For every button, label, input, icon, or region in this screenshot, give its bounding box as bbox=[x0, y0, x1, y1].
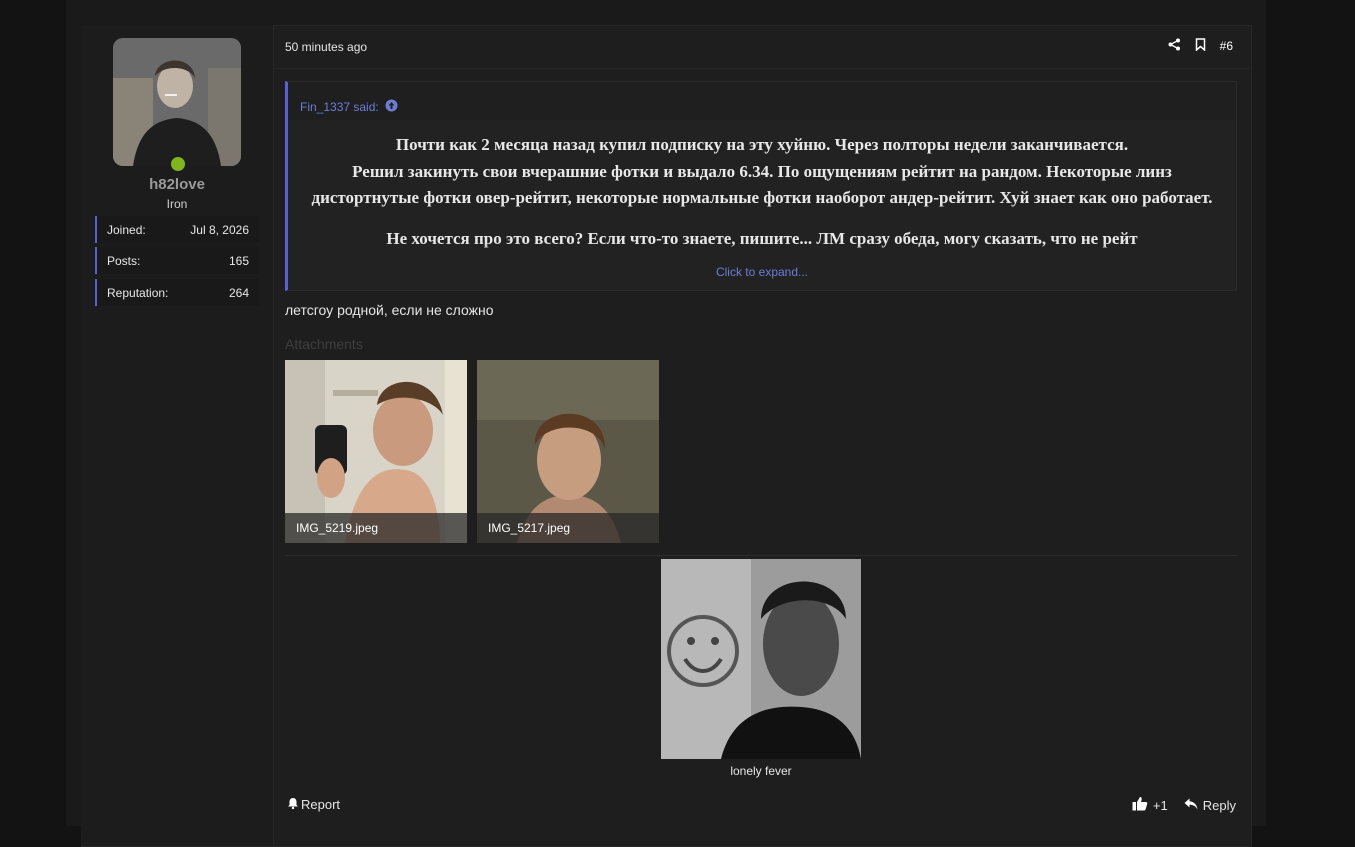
stat-value: 165 bbox=[228, 254, 249, 268]
signature-caption: lonely fever bbox=[730, 764, 792, 778]
expand-quote-link[interactable]: Click to expand... bbox=[288, 265, 1236, 279]
reply-label: Reply bbox=[1202, 797, 1236, 813]
post-time[interactable]: 50 minutes ago bbox=[285, 40, 367, 54]
reply-icon bbox=[1184, 798, 1198, 813]
attachment-thumbnail[interactable]: IMG_5219.jpeg bbox=[285, 360, 467, 543]
avatar[interactable] bbox=[113, 38, 241, 166]
bookmark-icon[interactable] bbox=[1195, 38, 1206, 54]
header-divider bbox=[273, 68, 1250, 69]
bell-icon bbox=[287, 797, 299, 812]
username[interactable]: h82love bbox=[81, 176, 273, 193]
post-actions: +1 Reply bbox=[1132, 796, 1236, 814]
attachment-filename: IMG_5217.jpeg bbox=[477, 513, 659, 543]
stat-joined: Joined: Jul 8, 2026 bbox=[95, 216, 259, 243]
quote-block: Fin_1337 said: Почти как 2 месяца назад … bbox=[285, 81, 1237, 291]
post-header-actions: #6 bbox=[1168, 38, 1233, 54]
stat-label: Posts: bbox=[107, 254, 141, 268]
arrow-up-circle-icon[interactable] bbox=[385, 99, 398, 115]
share-icon[interactable] bbox=[1168, 38, 1181, 54]
stat-value: Jul 8, 2026 bbox=[190, 223, 249, 237]
report-label: Report bbox=[301, 797, 341, 812]
post-message: летсгоу родной, если не сложно bbox=[285, 302, 494, 318]
quote-author-link[interactable]: Fin_1337 said: bbox=[300, 100, 379, 114]
stat-value: 264 bbox=[228, 286, 249, 300]
quote-line: Решил закинуть свои вчерашние фотки и вы… bbox=[311, 161, 1213, 208]
quote-body: Почти как 2 месяца назад купил подписку … bbox=[308, 132, 1216, 252]
quote-header: Fin_1337 said: bbox=[288, 82, 1236, 120]
signature-image bbox=[661, 559, 861, 759]
thumbs-up-icon bbox=[1132, 796, 1148, 814]
stat-label: Reputation: bbox=[107, 286, 169, 300]
report-button[interactable]: Report bbox=[287, 797, 340, 812]
signature-divider bbox=[285, 555, 1237, 556]
stat-label: Joined: bbox=[107, 223, 146, 237]
quote-line: Почти как 2 месяца назад купил подписку … bbox=[395, 135, 1129, 154]
stat-posts: Posts: 165 bbox=[95, 247, 259, 274]
attachment-thumbnail[interactable]: IMG_5217.jpeg bbox=[477, 360, 659, 543]
user-title: Iron bbox=[166, 197, 188, 211]
attachments-heading: Attachments bbox=[285, 336, 363, 352]
attachment-filename: IMG_5219.jpeg bbox=[285, 513, 467, 543]
online-status-indicator bbox=[169, 155, 187, 173]
reply-button[interactable]: Reply bbox=[1184, 798, 1236, 813]
like-button[interactable]: +1 bbox=[1132, 796, 1168, 814]
like-count: +1 bbox=[1152, 797, 1168, 813]
post-number-link[interactable]: #6 bbox=[1220, 39, 1233, 53]
stat-reputation: Reputation: 264 bbox=[95, 279, 259, 306]
